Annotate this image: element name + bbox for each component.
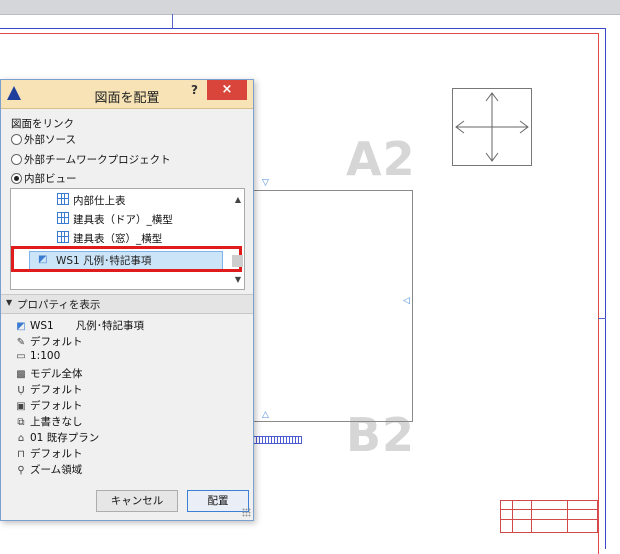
compass-cross-icon xyxy=(455,92,529,162)
red-highlight-annotation xyxy=(11,246,242,272)
scale-bar-symbol xyxy=(252,436,302,444)
place-drawing-dialog: 図面を配置 ? × 図面をリンク 外部ソース 外部チームワークプロジェクト 内部… xyxy=(0,79,254,521)
schedule-icon xyxy=(57,231,69,243)
schedule-icon xyxy=(57,212,69,224)
property-override: ⧉ 上書きなし xyxy=(15,414,82,429)
frame-handle-top: ▽ xyxy=(262,178,269,188)
property-model-view: ▩ モデル全体 xyxy=(16,368,83,380)
option-label: 外部チームワークプロジェクト xyxy=(24,154,171,166)
placed-drawing-frame xyxy=(238,190,413,422)
property-renovation: ⌂ 01 既存プラン xyxy=(15,430,99,445)
renovation-icon: ⌂ xyxy=(17,433,25,444)
grid-label-a2: A2 xyxy=(346,132,416,186)
scroll-down-icon[interactable]: ▼ xyxy=(233,275,243,285)
option-label: 外部ソース xyxy=(24,134,76,146)
sheet-grid-tick xyxy=(598,318,606,319)
list-item[interactable]: 建具表（窓）_横型 xyxy=(57,231,162,247)
list-item[interactable]: 内部仕上表 xyxy=(57,193,126,209)
schedule-icon xyxy=(57,193,69,205)
sheet-grid-tick xyxy=(172,14,173,28)
top-toolbar-strip xyxy=(0,0,620,15)
frame-handle-right: ◁ xyxy=(403,296,410,306)
link-drawing-label: 図面をリンク xyxy=(11,118,74,130)
structure-icon: Ụ xyxy=(17,385,25,396)
property-zoom: ⚲ ズーム領域 xyxy=(15,462,82,477)
title-block xyxy=(500,500,598,533)
override-icon: ⧉ xyxy=(17,417,25,428)
worksheet-icon: ◩ xyxy=(16,321,26,332)
north-arrow-symbol xyxy=(452,88,532,166)
radio-external-source[interactable] xyxy=(11,134,22,145)
property-pen-set: ✎ デフォルト xyxy=(16,336,83,348)
radio-internal-view[interactable] xyxy=(11,173,22,184)
option-label: 内部ビュー xyxy=(24,173,77,185)
close-button[interactable]: × xyxy=(207,80,247,100)
list-item[interactable]: 建具表（ドア）_横型 xyxy=(57,212,173,228)
zoom-icon: ⚲ xyxy=(17,465,25,476)
frame-handle-bottom: △ xyxy=(262,410,269,420)
scrollbar-thumb[interactable] xyxy=(232,255,243,267)
property-dimension: ⊓ デフォルト xyxy=(15,446,82,461)
dialog-title-bar[interactable]: 図面を配置 ? × xyxy=(1,80,253,109)
properties-toggle-label: プロパティを表示 xyxy=(17,299,101,311)
place-button[interactable]: 配置 xyxy=(187,490,249,512)
property-structure: Ụ デフォルト xyxy=(15,382,82,397)
view-list[interactable]: 内部仕上表 建具表（ドア）_横型 建具表（窓）_横型 ◩ WS1 凡例･特記事項… xyxy=(10,188,245,290)
properties-section-toggle[interactable]: ▼ プロパティを表示 xyxy=(1,294,253,314)
scroll-up-icon[interactable]: ▲ xyxy=(233,195,243,205)
dimension-icon: ⊓ xyxy=(17,449,25,460)
property-display: ▣ デフォルト xyxy=(16,400,83,412)
property-scale: ▭ 1:100 xyxy=(16,350,61,362)
cancel-button[interactable]: キャンセル xyxy=(96,490,178,512)
model-view-icon: ▩ xyxy=(16,369,26,380)
collapse-triangle-icon: ▼ xyxy=(6,298,13,307)
radio-teamwork-project[interactable] xyxy=(11,154,22,165)
resize-grip[interactable] xyxy=(242,508,251,517)
display-icon: ▣ xyxy=(16,401,26,412)
help-button[interactable]: ? xyxy=(191,83,198,97)
scale-icon: ▭ xyxy=(16,351,26,362)
pen-set-icon: ✎ xyxy=(16,337,26,348)
property-view-name: ◩ WS1 凡例･特記事項 xyxy=(16,320,144,332)
